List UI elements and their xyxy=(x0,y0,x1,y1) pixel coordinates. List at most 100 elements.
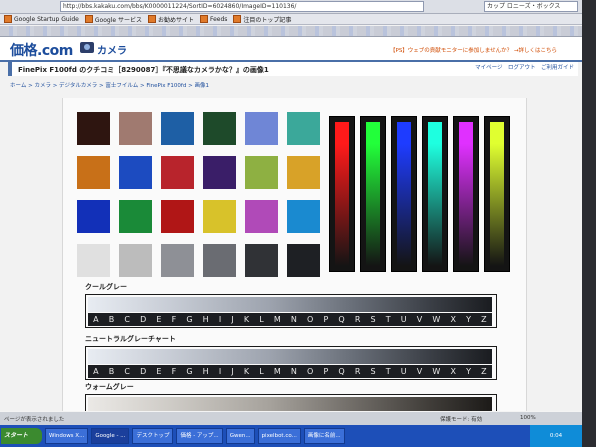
strip-letter: T xyxy=(385,315,391,324)
strip-letter: R xyxy=(354,315,361,324)
strip-letter: Q xyxy=(338,315,345,324)
task-button[interactable]: 画像に名前... xyxy=(303,428,345,444)
bookmark-icon xyxy=(147,15,156,23)
strip-letter: E xyxy=(156,367,162,376)
grey-ramp xyxy=(88,297,492,312)
gradient-bar xyxy=(360,116,386,272)
color-swatch xyxy=(287,112,320,145)
bookmark-item[interactable]: Google サービス xyxy=(84,15,142,24)
strip-letter: P xyxy=(323,315,329,324)
zoom-level[interactable]: 100% xyxy=(520,415,536,421)
bookmark-icon xyxy=(233,15,242,23)
strip-letter: G xyxy=(186,315,193,324)
strip-letter: T xyxy=(385,367,391,376)
user-links[interactable]: マイページ ログアウト ご利用ガイド xyxy=(475,63,574,71)
strip-letter: X xyxy=(450,367,456,376)
task-button[interactable]: Google - ... xyxy=(91,428,130,444)
site-logo[interactable]: 価格.com xyxy=(10,40,73,60)
color-swatch xyxy=(287,200,320,233)
strip-letter: H xyxy=(202,315,209,324)
strip-letter: V xyxy=(416,315,423,324)
color-swatch xyxy=(77,244,110,277)
bookmark-item[interactable]: 注目のトップ記事 xyxy=(233,15,291,24)
clock: 0:04 xyxy=(530,425,582,447)
strip-letter: L xyxy=(259,367,264,376)
color-swatch xyxy=(161,200,194,233)
strip-letter: L xyxy=(259,315,264,324)
color-swatch xyxy=(77,112,110,145)
start-button[interactable]: スタート xyxy=(1,428,42,444)
grey-strip-neutral: ABC DEFGHIJKLMN OPQRSTUVWX Y Z xyxy=(85,346,497,380)
color-swatch xyxy=(245,244,278,277)
letter-row: ABC DEFGHIJKLMN OPQRSTUVWX Y Z xyxy=(88,365,492,378)
color-swatch xyxy=(245,156,278,189)
camera-icon xyxy=(80,42,94,53)
strip-letter: I xyxy=(218,367,222,376)
strip-label: ニュートラルグレーチャート xyxy=(85,335,176,343)
task-button[interactable]: 価格 - アップ... xyxy=(176,428,223,444)
strip-letter: O xyxy=(307,367,314,376)
search-box[interactable]: カップ ロニーズ・ボックス xyxy=(484,1,578,12)
tab-strip[interactable] xyxy=(0,26,582,37)
bookmark-item[interactable]: Google Startup Guide xyxy=(4,15,79,23)
strip-letter: M xyxy=(273,367,281,376)
task-button[interactable]: pixelbot.co... xyxy=(257,428,301,444)
strip-letter: U xyxy=(400,315,407,324)
strip-letter: A xyxy=(93,367,99,376)
strip-letter: J xyxy=(231,315,234,324)
monitor-bezel xyxy=(582,0,596,447)
strip-letter: F xyxy=(171,367,177,376)
bookmark-item[interactable]: お勧めサイト xyxy=(147,15,194,24)
breadcrumb[interactable]: ホーム > カメラ > デジタルカメラ > 富士フイルム > FinePix F… xyxy=(10,81,209,89)
strip-letter: F xyxy=(171,315,177,324)
strip-letter: C xyxy=(124,315,130,324)
color-swatch xyxy=(287,156,320,189)
strip-letter: Z xyxy=(481,367,487,376)
color-swatch xyxy=(161,156,194,189)
color-swatch xyxy=(245,200,278,233)
strip-letter: X xyxy=(450,315,456,324)
gradient-bar xyxy=(391,116,417,272)
address-bar: http://bbs.kakaku.com/bbs/K0000011224/So… xyxy=(0,0,582,14)
color-swatch xyxy=(287,244,320,277)
strip-letter: W xyxy=(432,367,441,376)
grey-ramp xyxy=(88,397,492,412)
gradient-fill xyxy=(335,122,349,266)
strip-letter: J xyxy=(231,367,234,376)
color-swatch xyxy=(119,200,152,233)
color-swatch xyxy=(161,244,194,277)
gradient-bar xyxy=(422,116,448,272)
status-bar: ページが表示されました 保護モード: 有効 100% xyxy=(0,411,582,426)
strip-letter: S xyxy=(370,315,376,324)
task-button[interactable]: デスクトップ xyxy=(132,428,174,444)
strip-letter: R xyxy=(354,367,361,376)
task-button[interactable]: Windows X... xyxy=(45,428,89,444)
strip-letter: O xyxy=(307,315,314,324)
task-button[interactable]: Gwen... xyxy=(225,428,255,444)
header-notice-link[interactable]: 【PS】ウェブの貢献モニターに参加しませんか？ →詳しくはこちら xyxy=(390,46,557,54)
status-text: ページが表示されました xyxy=(4,417,65,423)
strip-label: ウォームグレー xyxy=(85,383,134,391)
strip-letter: M xyxy=(273,315,281,324)
posted-image: クールグレー ABCDEFGHIJKLMNOPQRSTUVWXYZ ニュートラル… xyxy=(62,98,527,428)
strip-letter: Z xyxy=(481,315,487,324)
section-title[interactable]: カメラ xyxy=(97,42,127,57)
site-header: 価格.com カメラ 【PS】ウェブの貢献モニターに参加しませんか？ →詳しくは… xyxy=(0,37,582,62)
strip-letter: U xyxy=(400,367,407,376)
grey-ramp xyxy=(88,349,492,364)
letter-row: ABC DEFGHIJKLMN OPQRSTUVWX Y Z xyxy=(88,313,492,326)
strip-letter: N xyxy=(290,315,297,324)
strip-letter: W xyxy=(432,315,441,324)
color-swatch xyxy=(77,156,110,189)
url-input[interactable]: http://bbs.kakaku.com/bbs/K0000011224/So… xyxy=(60,1,424,12)
color-swatch xyxy=(77,200,110,233)
color-swatch xyxy=(161,112,194,145)
strip-letter: P xyxy=(323,367,329,376)
color-swatch xyxy=(245,112,278,145)
bookmark-icon xyxy=(4,15,12,23)
bookmark-item[interactable]: Feeds xyxy=(199,15,227,23)
bookmarks-bar: Google Startup Guide Google サービス お勧めサイト … xyxy=(0,14,582,25)
strip-letter: K xyxy=(243,367,250,376)
strip-letter: B xyxy=(108,315,115,324)
gradient-bar xyxy=(453,116,479,272)
